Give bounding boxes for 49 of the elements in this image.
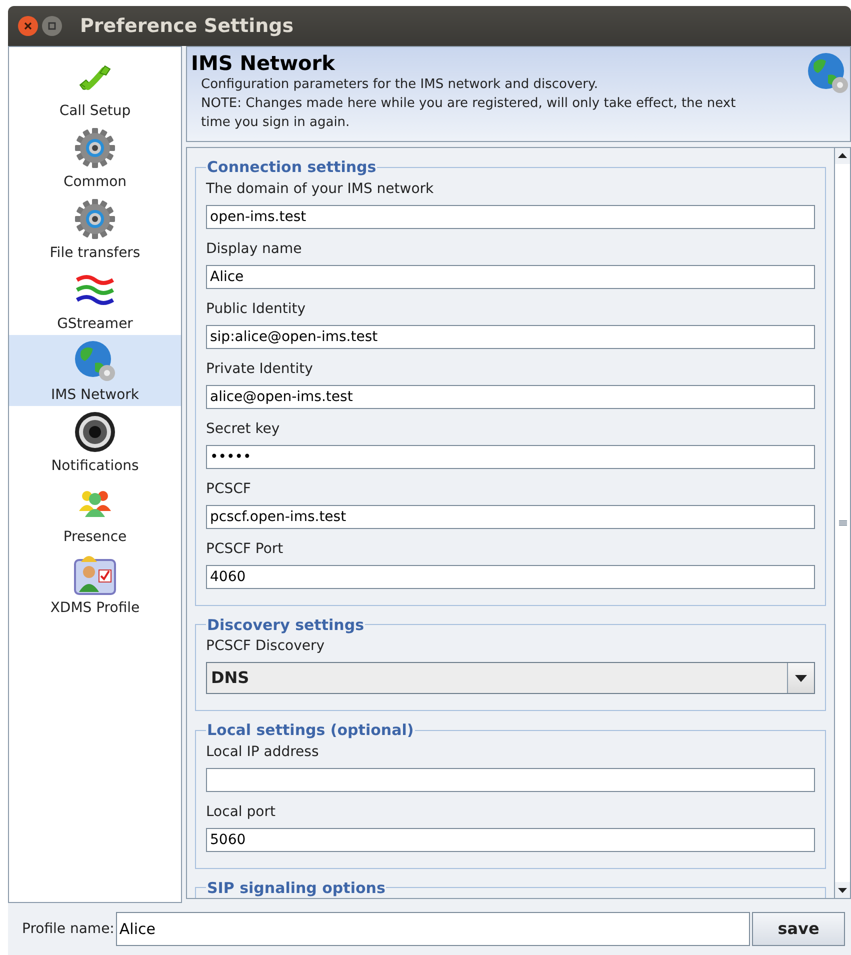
field-label: PCSCF — [206, 480, 252, 498]
close-button[interactable] — [18, 16, 38, 36]
group-title: Connection settings — [206, 157, 378, 178]
text-field[interactable]: sip:alice@open-ims.test — [206, 324, 815, 348]
window-title: Preference Settings — [80, 14, 294, 39]
dropdown-value: DNS — [210, 667, 250, 689]
save-button[interactable]: save — [752, 912, 845, 946]
field-label: PCSCF Port — [206, 540, 284, 558]
text-field[interactable]: ••••• — [206, 444, 815, 468]
sidebar-item[interactable]: Common — [9, 122, 181, 193]
text-field[interactable]: 5060 — [206, 828, 815, 852]
globe-icon — [806, 51, 850, 95]
sidebar-item[interactable]: XDMS Profile — [9, 548, 181, 619]
group-title: Discovery settings — [206, 614, 365, 636]
group-title: SIP signaling options — [206, 878, 386, 898]
header-title: IMS Network — [191, 51, 336, 75]
gear-icon — [73, 126, 117, 170]
field-label: Local IP address — [206, 742, 320, 762]
text-field[interactable]: pcscf.open-ims.test — [206, 504, 815, 528]
text-field[interactable]: 4060 — [206, 564, 815, 588]
grip-icon — [838, 520, 846, 526]
dropdown[interactable]: DNS — [206, 662, 815, 694]
field-label: PCSCF Discovery — [206, 637, 326, 656]
profile-name-field[interactable]: Alice — [116, 912, 750, 946]
caret-icon — [795, 674, 807, 682]
profile-name-label: Profile name: — [22, 920, 114, 938]
gear-icon — [73, 196, 117, 240]
sidebar-item[interactable]: File transfers — [9, 193, 181, 264]
header-description: Configuration parameters for the IMS network and discovery. NOTE: Changes made here while you are registered, will only take effect, the next time you sign in again. — [200, 76, 737, 132]
group-title: Local settings (optional) — [206, 720, 415, 741]
field-label: Local port — [206, 802, 276, 822]
field-label: Display name — [206, 240, 303, 258]
field-label: Private Identity — [206, 360, 314, 378]
sidebar-item[interactable]: IMS Network — [9, 335, 181, 406]
sidebar-item[interactable]: GStreamer — [9, 264, 181, 335]
text-field[interactable]: open-ims.test — [206, 204, 815, 228]
speaker-icon — [73, 410, 117, 454]
sidebar-item[interactable]: Call Setup — [9, 51, 181, 122]
text-field[interactable]: Alice — [206, 264, 815, 288]
sidebar-item[interactable]: Notifications — [9, 406, 181, 477]
field-label: Public Identity — [206, 300, 307, 318]
text-field[interactable]: alice@open-ims.test — [206, 384, 815, 408]
square-icon — [48, 22, 56, 30]
field-label: Secret key — [206, 420, 281, 438]
minimize-button[interactable] — [42, 16, 62, 36]
globe-icon — [73, 338, 117, 382]
sidebar-item[interactable]: Presence — [9, 477, 181, 548]
field-label: The domain of your IMS network — [206, 180, 435, 198]
close-icon — [24, 22, 32, 30]
